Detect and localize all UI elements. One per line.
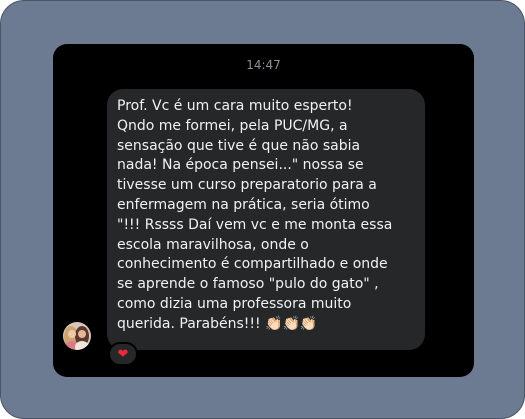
message-timestamp: 14:47 xyxy=(246,58,281,72)
heart-reaction-icon[interactable]: ❤ xyxy=(108,342,138,366)
chat-panel: 14:47 Prof. Vc é um cara muito esperto! … xyxy=(53,44,474,377)
sender-avatar[interactable] xyxy=(63,322,91,350)
sender-avatar-photo-icon xyxy=(63,322,91,350)
screenshot-frame: 14:47 Prof. Vc é um cara muito esperto! … xyxy=(0,0,525,419)
message-text: Prof. Vc é um cara muito esperto! Qndo m… xyxy=(117,98,393,332)
message-bubble[interactable]: Prof. Vc é um cara muito esperto! Qndo m… xyxy=(107,89,425,350)
